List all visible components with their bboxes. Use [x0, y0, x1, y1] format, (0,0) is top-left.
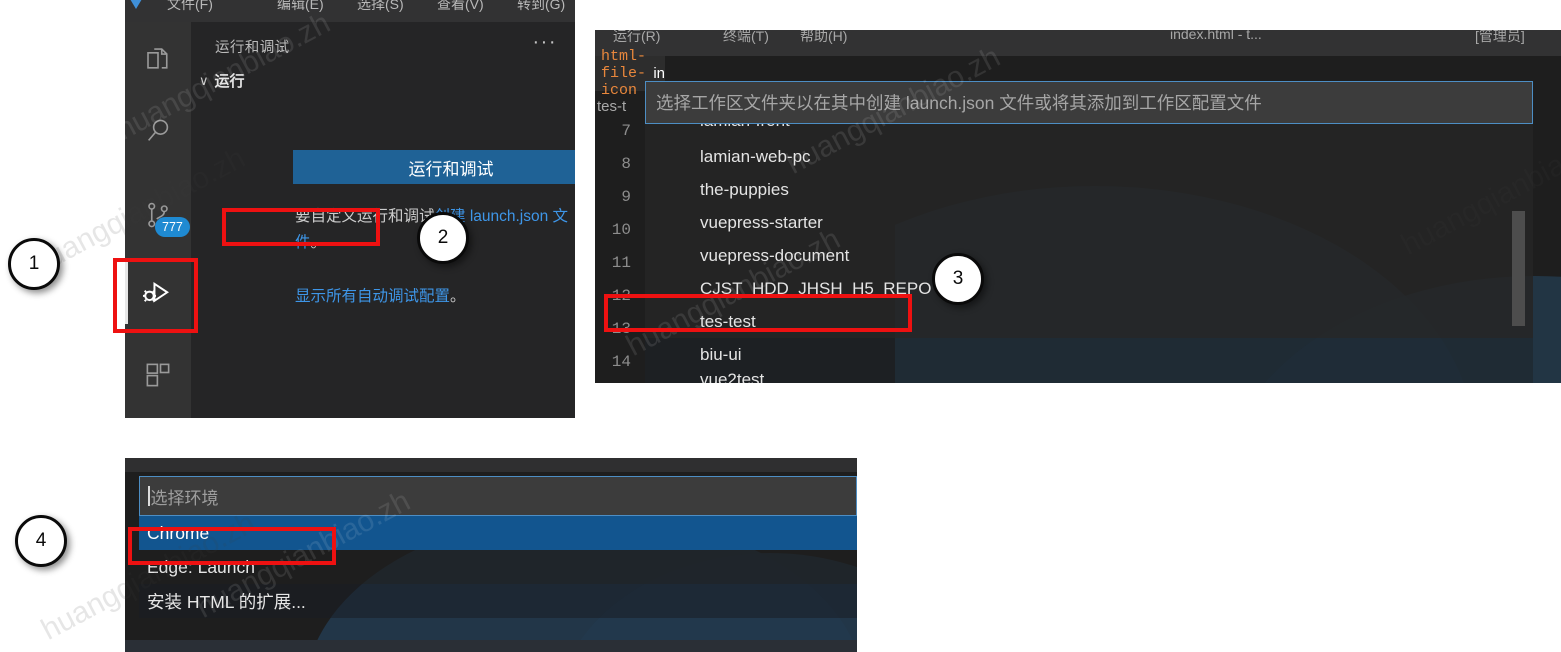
- list-item-label: vuepress-starter: [700, 212, 823, 232]
- list-item-label: vuepress-document: [700, 245, 850, 265]
- quick-pick-placeholder: 选择环境: [150, 488, 219, 508]
- files-explorer-icon: [143, 44, 173, 74]
- list-item[interactable]: vuepress-document: [645, 239, 1533, 272]
- list-item-label: tes-test: [700, 311, 756, 331]
- activity-item-explorer[interactable]: [125, 28, 191, 90]
- source-control-badge: 777: [155, 217, 190, 237]
- section-header-run[interactable]: ∨ 运行: [199, 70, 245, 91]
- vscode-logo-icon: [127, 0, 145, 9]
- list-item-label: Chrome: [147, 522, 210, 543]
- environment-quickpick-panel: huangqianbiao.zh 选择环境 Chrome Edge: Launc…: [125, 458, 857, 652]
- list-item-label: the-puppies: [700, 179, 789, 199]
- chevron-down-icon: ∨: [199, 73, 209, 88]
- list-item-chrome[interactable]: Chrome: [139, 516, 857, 550]
- run-debug-view: 运行和调试 ··· ∨ 运行 运行和调试 要自定义运行和调试创建 launch.…: [191, 22, 575, 418]
- quick-pick-input[interactable]: 选择工作区文件夹以在其中创建 launch.json 文件或将其添加到工作区配置…: [645, 81, 1533, 124]
- editor-tab-label: in: [653, 65, 665, 82]
- quick-pick-list[interactable]: Chrome Edge: Launch 安装 HTML 的扩展...: [139, 516, 857, 618]
- activity-item-extensions[interactable]: [125, 344, 191, 406]
- list-item-label: CJST_HDD_JHSH_H5_REPO: [700, 278, 932, 298]
- breadcrumb[interactable]: tes-t: [597, 98, 626, 115]
- window-title-admin: [管理员]: [1475, 30, 1525, 44]
- line-number: 13: [611, 320, 631, 338]
- menu-item-terminal[interactable]: 终端(T): [723, 30, 769, 46]
- line-number: 10: [611, 221, 631, 239]
- menu-bar: 运行(R) 终端(T) 帮助(H) index.html - t... [管理员…: [595, 30, 1561, 56]
- line-number: 14: [611, 353, 631, 371]
- list-item-label: lamian-web-pc: [700, 146, 811, 166]
- panel-top-strip: [125, 458, 857, 472]
- line-number: 7: [621, 122, 631, 140]
- list-item-install-html-extension[interactable]: 安装 HTML 的扩展...: [139, 584, 857, 618]
- screenshot-root: huangqianbiao.zh huangqianbiao.zh huangq…: [0, 0, 1561, 652]
- line-number: 11: [611, 254, 631, 272]
- quick-pick-input[interactable]: 选择环境: [139, 476, 857, 516]
- customize-hint-suffix: 。: [310, 234, 327, 251]
- step-badge-4: 4: [15, 515, 67, 567]
- list-item-label: biu-ui: [700, 344, 742, 364]
- auto-debug-link-label[interactable]: 显示所有自动调试配置: [295, 288, 450, 305]
- customize-hint-prefix: 要自定义运行和调试: [295, 208, 435, 225]
- show-all-automatic-debug-configs[interactable]: 显示所有自动调试配置。: [295, 284, 466, 306]
- step-badge-3: 3: [932, 253, 984, 305]
- editor-behind: html-file-icon in tes-t 7 8 9 10 11 12 1…: [595, 40, 1561, 383]
- folder-quickpick-panel: 运行(R) 终端(T) 帮助(H) index.html - t... [管理员…: [595, 30, 1561, 383]
- menu-item-goto[interactable]: 转到(G): [517, 0, 565, 14]
- html-file-icon: html-file-icon: [601, 48, 647, 99]
- quick-pick-placeholder: 选择工作区文件夹以在其中创建 launch.json 文件或将其添加到工作区配置…: [656, 93, 1262, 113]
- menu-item-help[interactable]: 帮助(H): [800, 30, 847, 46]
- menu-item-select[interactable]: 选择(S): [357, 0, 404, 14]
- list-item[interactable]: vuepress-starter: [645, 206, 1533, 239]
- step-badge-1: 1: [8, 238, 60, 290]
- text-caret: [148, 486, 150, 506]
- window-title: index.html - t...: [1170, 30, 1262, 42]
- quick-pick-scrollbar[interactable]: [1512, 211, 1525, 326]
- line-number: 9: [621, 188, 631, 206]
- line-number: 8: [621, 155, 631, 173]
- more-actions-icon[interactable]: ···: [533, 32, 557, 52]
- activity-item-source-control[interactable]: 777: [125, 184, 191, 246]
- menu-bar: 文件(F) 编辑(E) 选择(S) 查看(V) 转到(G): [125, 0, 575, 22]
- list-item[interactable]: biu-ui: [645, 338, 1533, 371]
- list-item[interactable]: the-puppies: [645, 173, 1533, 206]
- list-item-label: vue2test: [700, 371, 765, 383]
- editor-line-numbers: 7 8 9 10 11 12 13 14: [595, 122, 635, 383]
- list-item[interactable]: lamian-web-pc: [645, 140, 1533, 173]
- run-and-debug-icon: [141, 276, 175, 310]
- list-item-label: Edge: Launch: [147, 556, 256, 577]
- menu-item-file[interactable]: 文件(F): [167, 0, 213, 14]
- list-item[interactable]: vue2test: [645, 371, 1533, 383]
- search-icon: [143, 116, 173, 146]
- menu-item-edit[interactable]: 编辑(E): [277, 0, 324, 14]
- vscode-sidebar-panel: 文件(F) 编辑(E) 选择(S) 查看(V) 转到(G) 777 运行和调试 …: [125, 0, 575, 418]
- list-item-label: lamian-front: [700, 124, 790, 131]
- page-title: 运行和调试: [215, 40, 290, 56]
- quick-pick-list[interactable]: lamian-front lamian-web-pc the-puppies v…: [645, 124, 1533, 383]
- panel-bottom-strip: [125, 640, 857, 652]
- list-item-tes-test[interactable]: tes-test: [645, 305, 1533, 338]
- menu-item-view[interactable]: 查看(V): [437, 0, 484, 14]
- run-and-debug-button[interactable]: 运行和调试: [293, 150, 575, 184]
- list-item[interactable]: CJST_HDD_JHSH_H5_REPO: [645, 272, 1533, 305]
- activity-bar: 777: [125, 22, 191, 418]
- extensions-icon: [143, 360, 173, 390]
- line-number: 12: [611, 287, 631, 305]
- menu-item-run[interactable]: 运行(R): [613, 30, 660, 46]
- activity-item-search[interactable]: [125, 100, 191, 162]
- list-item-edge-launch[interactable]: Edge: Launch: [139, 550, 857, 584]
- section-header-label: 运行: [214, 73, 245, 90]
- quick-pick-widget: 选择工作区文件夹以在其中创建 launch.json 文件或将其添加到工作区配置…: [645, 81, 1561, 383]
- activity-item-run-and-debug[interactable]: [125, 262, 191, 324]
- step-badge-2: 2: [417, 212, 469, 264]
- list-item-label: 安装 HTML 的扩展...: [147, 591, 306, 612]
- auto-debug-link-suffix: 。: [450, 288, 466, 305]
- list-item[interactable]: lamian-front: [645, 124, 1533, 140]
